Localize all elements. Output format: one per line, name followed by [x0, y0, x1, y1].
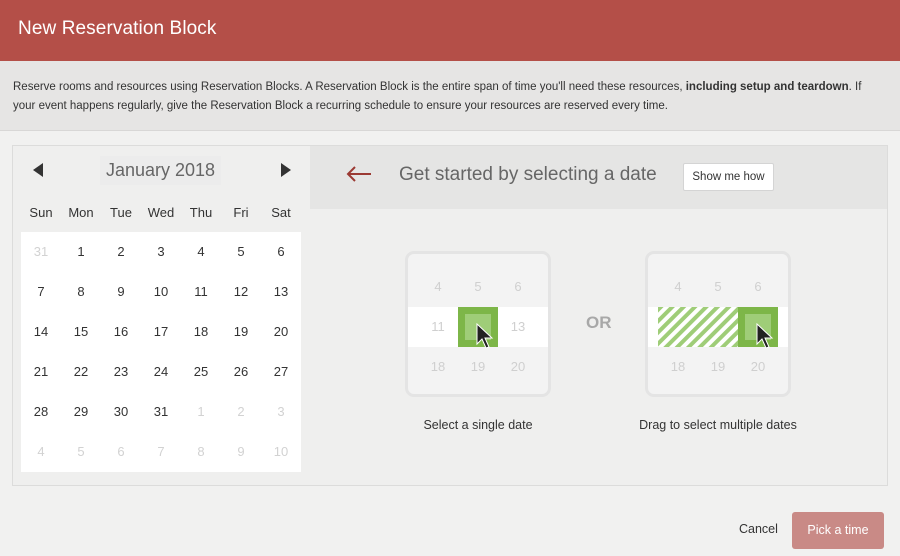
calendar-day[interactable]: 9 — [101, 272, 141, 312]
mini-day: 4 — [434, 279, 442, 294]
intro-text: Reserve rooms and resources using Reserv… — [13, 78, 883, 116]
calendar-day[interactable]: 31 — [141, 392, 181, 432]
calendar-day[interactable]: 19 — [221, 312, 261, 352]
cancel-button[interactable]: Cancel — [739, 522, 778, 536]
calendar-day[interactable]: 5 — [221, 232, 261, 272]
previous-month-icon[interactable] — [33, 163, 43, 177]
calendar-day[interactable]: 1 — [181, 392, 221, 432]
calendar-day[interactable]: 14 — [21, 312, 61, 352]
intro-text-bold: including setup and teardown — [685, 81, 849, 93]
show-me-how-button[interactable]: Show me how — [683, 163, 774, 191]
calendar-day[interactable]: 11 — [181, 272, 221, 312]
mini-row-bottom: 18 19 20 — [408, 347, 548, 387]
calendar-day[interactable]: 24 — [141, 352, 181, 392]
mini-day: 5 — [474, 279, 482, 294]
intro-text-part: Reserve rooms and resources using Reserv… — [13, 81, 686, 93]
multi-date-caption: Drag to select multiple dates — [639, 418, 797, 432]
or-label: OR — [586, 313, 612, 332]
multi-date-illustration: 4 5 6 18 19 20 — [645, 251, 791, 397]
mini-day: 6 — [754, 279, 762, 294]
cursor-icon — [756, 323, 774, 349]
calendar-day[interactable]: 1 — [61, 232, 101, 272]
pick-a-time-button[interactable]: Pick a time — [792, 512, 884, 549]
calendar-day[interactable]: 13 — [261, 272, 301, 312]
calendar-day[interactable]: 16 — [101, 312, 141, 352]
calendar-day[interactable]: 5 — [61, 432, 101, 472]
calendar-day[interactable]: 7 — [141, 432, 181, 472]
calendar-day[interactable]: 25 — [181, 352, 221, 392]
weekday-header: Sun — [29, 205, 53, 220]
calendar-day[interactable]: 10 — [141, 272, 181, 312]
mini-row-bottom: 18 19 20 — [648, 347, 788, 387]
weekday-header: Sat — [271, 205, 291, 220]
calendar-day[interactable]: 18 — [181, 312, 221, 352]
mini-day: 6 — [514, 279, 522, 294]
mini-day: 4 — [674, 279, 682, 294]
mini-row-mid: 11 13 — [408, 307, 548, 349]
calendar-day[interactable]: 8 — [61, 272, 101, 312]
calendar-day[interactable]: 28 — [21, 392, 61, 432]
mini-day: 5 — [714, 279, 722, 294]
calendar-day[interactable]: 4 — [181, 232, 221, 272]
mini-row-top: 4 5 6 — [408, 267, 548, 307]
weekday-header: Thu — [189, 205, 213, 220]
calendar-day[interactable]: 30 — [101, 392, 141, 432]
guide-headline: Get started by selecting a date — [399, 164, 657, 185]
mini-day: 13 — [510, 319, 526, 334]
calendar-day[interactable]: 17 — [141, 312, 181, 352]
weekday-header: Mon — [68, 205, 94, 220]
drag-range-hatch — [658, 307, 738, 347]
mini-row-mid — [648, 307, 788, 349]
calendar-day[interactable]: 3 — [141, 232, 181, 272]
calendar-day[interactable]: 22 — [61, 352, 101, 392]
mini-day: 20 — [750, 359, 766, 374]
mini-day: 19 — [470, 359, 486, 374]
calendar-day[interactable]: 2 — [101, 232, 141, 272]
calendar-day[interactable]: 15 — [61, 312, 101, 352]
calendar-day[interactable]: 4 — [21, 432, 61, 472]
calendar-day[interactable]: 27 — [261, 352, 301, 392]
mini-day: 18 — [670, 359, 686, 374]
calendar-day[interactable]: 12 — [221, 272, 261, 312]
single-date-illustration: 4 5 6 11 13 18 19 20 — [405, 251, 551, 397]
calendar-day[interactable]: 8 — [181, 432, 221, 472]
calendar-day[interactable]: 3 — [261, 392, 301, 432]
mini-row-top: 4 5 6 — [648, 267, 788, 307]
next-month-icon[interactable] — [281, 163, 291, 177]
month-label: January 2018 — [100, 156, 221, 185]
calendar-day[interactable]: 31 — [21, 232, 61, 272]
mini-day: 19 — [710, 359, 726, 374]
cursor-icon — [476, 323, 494, 349]
calendar-day[interactable]: 6 — [261, 232, 301, 272]
calendar-day[interactable]: 23 — [101, 352, 141, 392]
weekday-header: Wed — [147, 205, 175, 220]
intro-banner: Reserve rooms and resources using Reserv… — [0, 61, 900, 131]
calendar-day[interactable]: 9 — [221, 432, 261, 472]
dialog-title: New Reservation Block — [18, 18, 217, 39]
single-date-caption: Select a single date — [423, 418, 533, 432]
mini-day: 18 — [430, 359, 446, 374]
weekday-header: Fri — [233, 205, 249, 220]
calendar-day[interactable]: 7 — [21, 272, 61, 312]
mini-day: 20 — [510, 359, 526, 374]
calendar-day[interactable]: 26 — [221, 352, 261, 392]
mini-day: 11 — [431, 319, 445, 334]
calendar-day[interactable]: 10 — [261, 432, 301, 472]
dialog-header: New Reservation Block — [0, 0, 900, 61]
calendar-day[interactable]: 2 — [221, 392, 261, 432]
calendar-day[interactable]: 29 — [61, 392, 101, 432]
weekday-header: Tue — [110, 205, 132, 220]
calendar-day[interactable]: 6 — [101, 432, 141, 472]
calendar-day[interactable]: 21 — [21, 352, 61, 392]
arrow-left-icon — [346, 166, 371, 182]
calendar-day[interactable]: 20 — [261, 312, 301, 352]
